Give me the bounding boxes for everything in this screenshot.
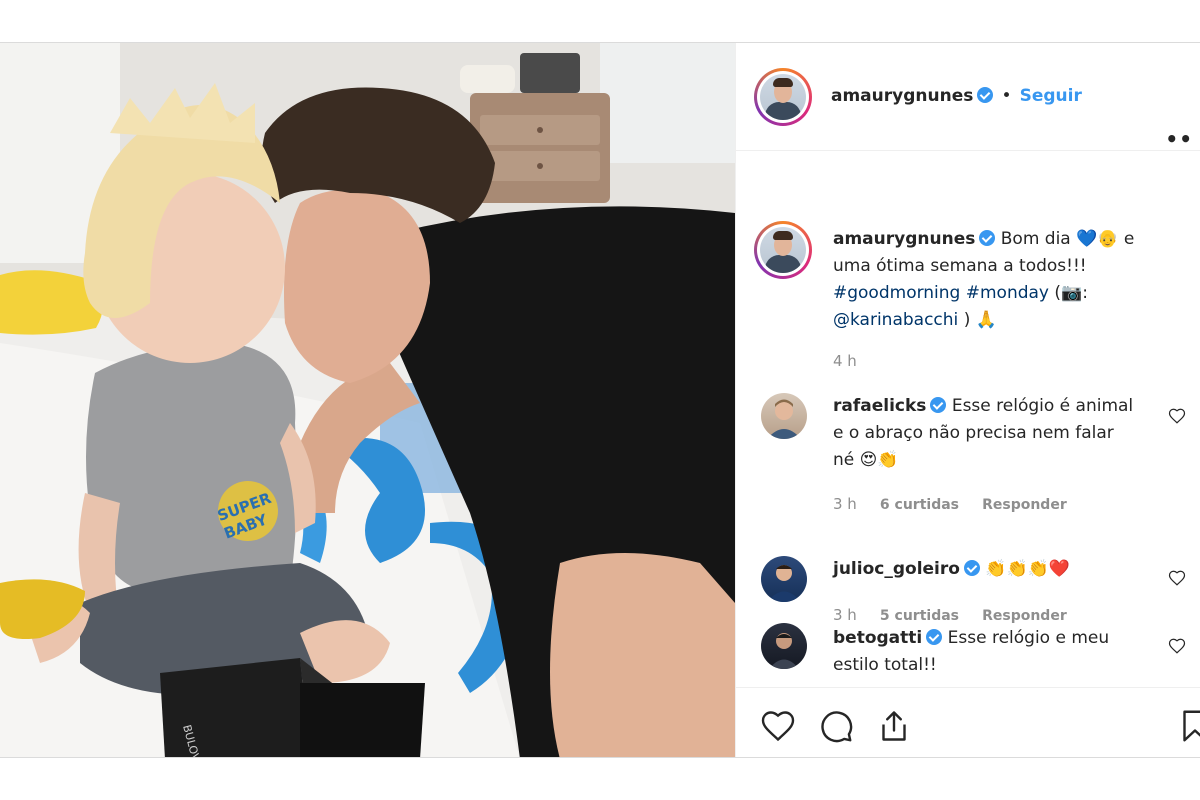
verified-icon: [979, 230, 996, 246]
instagram-post-frame: SUPER BABY BULOVA amaurygnunes • Seguir: [0, 42, 1200, 758]
follow-button[interactable]: Seguir: [1020, 86, 1082, 106]
comment-text-line3: né 😍👏: [833, 450, 899, 470]
follow-separator: •: [1001, 86, 1012, 106]
comment-username[interactable]: rafaelicks: [833, 396, 926, 416]
verified-icon: [930, 397, 947, 413]
verified-icon: [977, 87, 994, 103]
post-header: amaurygnunes • Seguir ••: [736, 43, 1200, 151]
post-photo[interactable]: SUPER BABY BULOVA: [0, 43, 735, 757]
comment-meta: 3 h 6 curtidas Responder: [833, 494, 1153, 513]
comment-avatar[interactable]: [761, 393, 807, 439]
comment-text-line1: Esse relógio e meu: [947, 628, 1110, 648]
comment-username[interactable]: julioc_goleiro: [833, 559, 960, 579]
comment-like-heart-icon[interactable]: [1168, 407, 1186, 425]
post-side-panel: amaurygnunes • Seguir •• amaurygnunes Bo…: [735, 43, 1200, 757]
caption-avatar[interactable]: [754, 221, 812, 279]
reply-button[interactable]: Responder: [982, 497, 1067, 513]
comment-like-heart-icon[interactable]: [1168, 637, 1186, 655]
comment-text-line1: 👏👏👏❤️: [985, 559, 1071, 579]
comment-meta: 3 h 5 curtidas Responder: [833, 605, 1153, 624]
comment: betogatti Esse relógio e meu estilo tota…: [833, 625, 1153, 679]
author-avatar[interactable]: [754, 68, 812, 126]
comment-avatar[interactable]: [761, 556, 807, 602]
comment-time: 3 h: [833, 606, 857, 624]
comment-likes[interactable]: 5 curtidas: [880, 608, 959, 624]
verified-icon: [963, 560, 980, 576]
caption-text-line1: Bom dia 💙👴 e: [1000, 229, 1135, 249]
share-icon[interactable]: [876, 708, 912, 744]
comment-bubble-icon[interactable]: [818, 708, 854, 744]
caption-mention[interactable]: @karinabacchi: [833, 310, 958, 330]
photo-illustration: SUPER BABY BULOVA: [0, 43, 735, 757]
action-bar: [736, 687, 1200, 757]
header-user-line: amaurygnunes • Seguir: [831, 86, 1082, 106]
comment-like-heart-icon[interactable]: [1168, 569, 1186, 587]
caption-time: 4 h: [833, 352, 857, 370]
caption-photo-credit-close: ) 🙏: [963, 310, 997, 330]
more-options-icon[interactable]: ••: [1165, 127, 1193, 151]
caption: amaurygnunes Bom dia 💙👴 e uma ótima sema…: [833, 226, 1173, 370]
comment-username[interactable]: betogatti: [833, 628, 922, 648]
comment-text-line2: estilo total!!: [833, 655, 937, 675]
author-username[interactable]: amaurygnunes: [831, 86, 973, 106]
comment-avatar[interactable]: [761, 623, 807, 669]
caption-text-line2: uma ótima semana a todos!!!: [833, 256, 1087, 276]
comment-text-line1: Esse relógio é animal: [951, 396, 1134, 416]
verified-icon: [926, 629, 943, 645]
comment: julioc_goleiro 👏👏👏❤️ 3 h 5 curtidas Resp…: [833, 556, 1153, 624]
like-heart-icon[interactable]: [760, 708, 796, 744]
caption-username[interactable]: amaurygnunes: [833, 229, 975, 249]
comment-text-line2: e o abraço não precisa nem falar: [833, 423, 1114, 443]
save-bookmark-icon[interactable]: [1177, 708, 1200, 744]
comment-likes[interactable]: 6 curtidas: [880, 497, 959, 513]
comment: rafaelicks Esse relógio é animal e o abr…: [833, 393, 1153, 513]
caption-hashtags[interactable]: #goodmorning #monday: [833, 283, 1049, 303]
reply-button[interactable]: Responder: [982, 608, 1067, 624]
comment-time: 3 h: [833, 495, 857, 513]
caption-photo-credit-open: (📷:: [1054, 283, 1088, 303]
